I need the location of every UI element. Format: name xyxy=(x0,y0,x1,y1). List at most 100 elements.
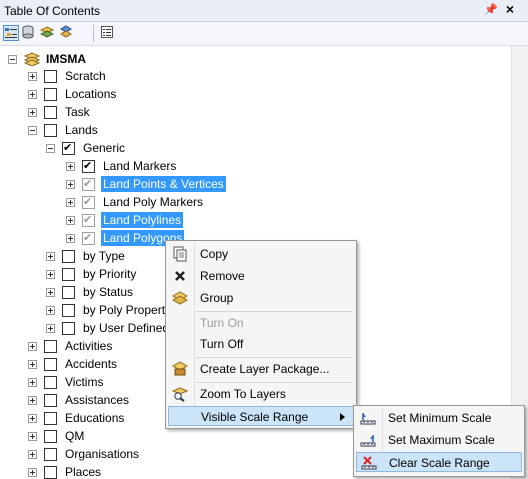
list-by-drawing-order-icon[interactable] xyxy=(3,25,19,41)
expand-toggle[interactable] xyxy=(66,179,75,189)
visibility-checkbox[interactable] xyxy=(44,339,57,353)
expand-toggle[interactable] xyxy=(66,197,75,207)
visibility-checkbox[interactable] xyxy=(62,249,75,263)
visibility-checkbox[interactable] xyxy=(44,393,57,407)
tree-item-locations[interactable]: Locations xyxy=(28,85,118,103)
visibility-checkbox[interactable] xyxy=(62,141,75,155)
layer-label: Victims xyxy=(65,375,104,389)
menu-item-clear-scale-range[interactable]: Clear Scale Range xyxy=(356,452,522,472)
expand-toggle[interactable] xyxy=(46,323,55,333)
options-icon[interactable] xyxy=(100,25,116,41)
expand-toggle[interactable] xyxy=(46,287,55,297)
tree-item-land-points-vertices[interactable]: Land Points & Vertices xyxy=(66,175,226,193)
visibility-checkbox[interactable] xyxy=(82,177,95,191)
tree-root[interactable]: IMSMA xyxy=(8,50,88,68)
layers-icon xyxy=(23,52,41,67)
expand-toggle[interactable] xyxy=(28,107,37,117)
expand-toggle[interactable] xyxy=(66,215,75,225)
menu-item-label: Group xyxy=(200,291,234,305)
tree-item-by-poly-properties[interactable]: by Poly Propert xyxy=(46,301,167,319)
expand-toggle[interactable] xyxy=(28,467,37,477)
expand-toggle[interactable] xyxy=(28,413,37,423)
scale-range-submenu: Set Minimum Scale Set Maximum Scale Clea… xyxy=(353,405,525,477)
visibility-checkbox[interactable] xyxy=(44,357,57,371)
visibility-checkbox[interactable] xyxy=(44,429,57,443)
expand-toggle[interactable] xyxy=(28,431,37,441)
pin-icon[interactable]: 📌 xyxy=(484,3,498,16)
expand-toggle[interactable] xyxy=(28,377,37,387)
close-icon[interactable]: × xyxy=(506,2,514,16)
tree-item-land-markers[interactable]: Land Markers xyxy=(66,157,178,175)
expand-toggle[interactable] xyxy=(66,233,75,243)
menu-item-visible-scale-range[interactable]: Visible Scale Range xyxy=(168,406,354,426)
tree-item-task[interactable]: Task xyxy=(28,103,92,121)
expand-toggle[interactable] xyxy=(28,71,37,81)
layer-label: Land Points & Vertices xyxy=(101,176,226,192)
list-by-visibility-icon[interactable] xyxy=(39,25,56,41)
menu-item-set-maximum-scale[interactable]: Set Maximum Scale xyxy=(356,430,522,450)
visibility-checkbox[interactable] xyxy=(62,303,75,317)
tree-item-educations[interactable]: Educations xyxy=(28,409,126,427)
expand-toggle[interactable] xyxy=(46,251,55,261)
tree-item-activities[interactable]: Activities xyxy=(28,337,114,355)
visibility-checkbox[interactable] xyxy=(44,465,57,479)
visibility-checkbox[interactable] xyxy=(44,87,57,101)
tree-item-assistances[interactable]: Assistances xyxy=(28,391,131,409)
tree-item-qm[interactable]: QM xyxy=(28,427,86,445)
tree-item-generic[interactable]: Generic xyxy=(46,139,127,157)
tree-item-accidents[interactable]: Accidents xyxy=(28,355,119,373)
expand-toggle[interactable] xyxy=(28,449,37,459)
expand-toggle[interactable] xyxy=(46,305,55,315)
tree-item-scratch[interactable]: Scratch xyxy=(28,67,108,85)
tree-item-by-type[interactable]: by Type xyxy=(46,247,127,265)
expand-toggle[interactable] xyxy=(66,161,75,171)
expand-toggle[interactable] xyxy=(46,269,55,279)
tree-item-by-priority[interactable]: by Priority xyxy=(46,265,138,283)
set-maximum-scale-icon xyxy=(360,432,376,448)
tree-item-places[interactable]: Places xyxy=(28,463,103,479)
visibility-checkbox[interactable] xyxy=(44,123,57,137)
visibility-checkbox[interactable] xyxy=(62,267,75,281)
menu-item-label: Clear Scale Range xyxy=(389,456,490,470)
menu-separator xyxy=(196,382,352,383)
collapse-toggle[interactable] xyxy=(46,143,55,153)
menu-item-turn-off[interactable]: Turn Off xyxy=(168,334,354,354)
tree-item-organisations[interactable]: Organisations xyxy=(28,445,141,463)
layer-label: by Status xyxy=(83,285,134,299)
visibility-checkbox[interactable] xyxy=(82,231,95,245)
visibility-checkbox[interactable] xyxy=(44,411,57,425)
layer-label: by Poly Propert xyxy=(83,303,166,317)
visibility-checkbox[interactable] xyxy=(82,213,95,227)
expand-toggle[interactable] xyxy=(28,89,37,99)
tree-item-land-poly-markers[interactable]: Land Poly Markers xyxy=(66,193,205,211)
group-layers-icon xyxy=(171,290,189,306)
visibility-checkbox[interactable] xyxy=(82,195,95,209)
visibility-checkbox[interactable] xyxy=(62,285,75,299)
list-by-source-icon[interactable] xyxy=(21,25,37,41)
visibility-checkbox[interactable] xyxy=(62,321,75,335)
menu-item-remove[interactable]: Remove xyxy=(168,266,354,286)
expand-toggle[interactable] xyxy=(28,395,37,405)
menu-item-create-layer-package[interactable]: Create Layer Package... xyxy=(168,359,354,379)
menu-item-group[interactable]: Group xyxy=(168,288,354,308)
tree-item-by-user-defined[interactable]: by User Defined xyxy=(46,319,171,337)
visibility-checkbox[interactable] xyxy=(44,105,57,119)
menu-item-copy[interactable]: Copy xyxy=(168,244,354,264)
tree-item-by-status[interactable]: by Status xyxy=(46,283,135,301)
layer-label: Land Markers xyxy=(103,159,177,173)
list-by-selection-icon[interactable] xyxy=(59,25,75,41)
menu-separator xyxy=(196,311,352,312)
tree-item-land-polylines[interactable]: Land Polylines xyxy=(66,211,184,229)
collapse-toggle[interactable] xyxy=(28,125,37,135)
expand-toggle[interactable] xyxy=(28,359,37,369)
tree-item-victims[interactable]: Victims xyxy=(28,373,105,391)
visibility-checkbox[interactable] xyxy=(44,375,57,389)
visibility-checkbox[interactable] xyxy=(44,69,57,83)
expand-toggle[interactable] xyxy=(28,341,37,351)
visibility-checkbox[interactable] xyxy=(82,159,95,173)
tree-item-lands[interactable]: Lands xyxy=(28,121,100,139)
collapse-toggle[interactable] xyxy=(8,54,17,64)
visibility-checkbox[interactable] xyxy=(44,447,57,461)
menu-item-set-minimum-scale[interactable]: Set Minimum Scale xyxy=(356,408,522,428)
menu-item-zoom-to-layers[interactable]: Zoom To Layers xyxy=(168,384,354,404)
